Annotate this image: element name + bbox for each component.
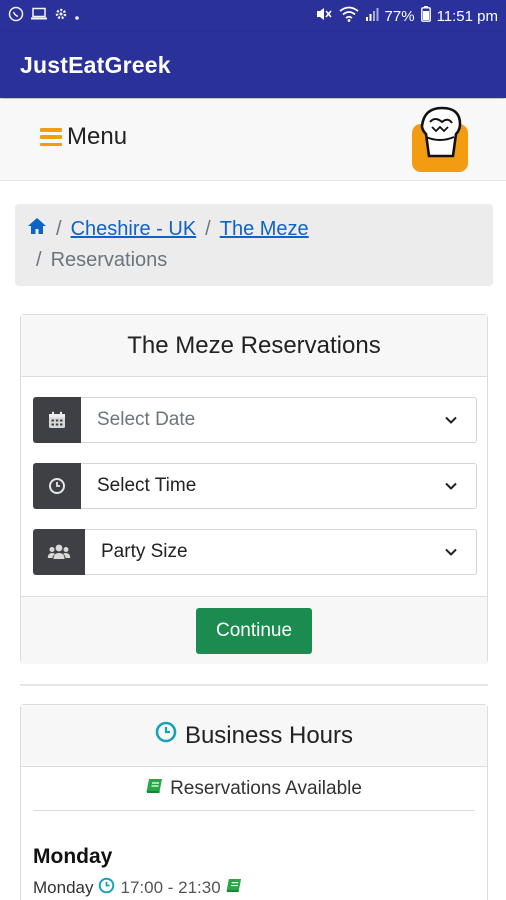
dot-icon: [74, 8, 80, 25]
chevron-down-icon: [445, 482, 457, 490]
reservation-card-footer: Continue: [21, 596, 487, 664]
signal-icon: [365, 7, 379, 25]
reservation-card-header: The Meze Reservations: [21, 315, 487, 377]
users-icon: [33, 529, 85, 575]
site-logo[interactable]: [410, 104, 470, 174]
business-hours-title: Business Hours: [184, 721, 354, 749]
clock-icon: [33, 463, 81, 509]
clock-icon: [98, 877, 115, 899]
date-field[interactable]: Select Date: [33, 397, 477, 443]
reservation-title: The Meze Reservations: [127, 331, 381, 359]
divider: [20, 684, 488, 686]
time-field[interactable]: Select Time: [33, 463, 477, 509]
party-size-field[interactable]: Party Size: [33, 529, 477, 575]
breadcrumb: / Cheshire - UK / The Meze / Reservation…: [15, 204, 493, 286]
app-bar: JustEatGreek: [0, 32, 506, 98]
breadcrumb-separator: /: [205, 218, 211, 240]
party-size-select[interactable]: Party Size: [85, 529, 477, 575]
breadcrumb-link-region[interactable]: Cheshire - UK: [71, 214, 197, 245]
business-hours-header: Business Hours: [21, 705, 487, 767]
menu-label: Menu: [67, 123, 128, 150]
book-icon: [226, 878, 243, 898]
settings-icon: [54, 7, 68, 25]
status-bar: 77% 11:51 pm: [0, 0, 506, 32]
availability-label: Reservations Available: [170, 777, 362, 799]
reservations-available: Reservations Available: [33, 767, 475, 811]
battery-percent: 77%: [384, 7, 415, 25]
whatsapp-icon: [8, 6, 24, 26]
book-icon: [146, 778, 164, 800]
date-select-value: Select Date: [97, 409, 196, 430]
clock-time: 11:51 pm: [436, 7, 498, 25]
hamburger-icon: [40, 128, 62, 146]
app-title: JustEatGreek: [20, 51, 171, 78]
mute-icon: [315, 6, 333, 26]
laptop-icon: [30, 7, 48, 25]
clock-icon: [155, 721, 177, 750]
chevron-down-icon: [445, 416, 457, 424]
business-hours-card: Business Hours Reservations Available Mo…: [20, 704, 488, 900]
breadcrumb-current: Reservations: [50, 249, 168, 271]
home-icon[interactable]: [27, 214, 47, 245]
date-select[interactable]: Select Date: [81, 397, 477, 443]
continue-button[interactable]: Continue: [196, 607, 312, 654]
battery-icon: [420, 6, 431, 26]
breadcrumb-separator: /: [56, 218, 62, 240]
breadcrumb-link-restaurant[interactable]: The Meze: [220, 214, 309, 245]
entry-day: Monday: [33, 878, 94, 897]
chevron-down-icon: [445, 548, 457, 556]
entry-time: 17:00 - 21:30: [120, 878, 221, 897]
time-select[interactable]: Select Time: [81, 463, 477, 509]
day-heading: Monday: [33, 845, 113, 868]
breadcrumb-separator: /: [36, 249, 42, 271]
calendar-icon: [33, 397, 81, 443]
notification-icons: [8, 6, 80, 26]
time-select-value: Select Time: [97, 475, 197, 496]
hours-entry: Monday 17:00 - 21:30: [33, 877, 243, 899]
party-size-select-value: Party Size: [101, 541, 188, 562]
reservation-card: The Meze Reservations Select Date Select…: [20, 314, 488, 664]
menu-button[interactable]: Menu: [40, 123, 127, 151]
wifi-icon: [338, 6, 359, 26]
